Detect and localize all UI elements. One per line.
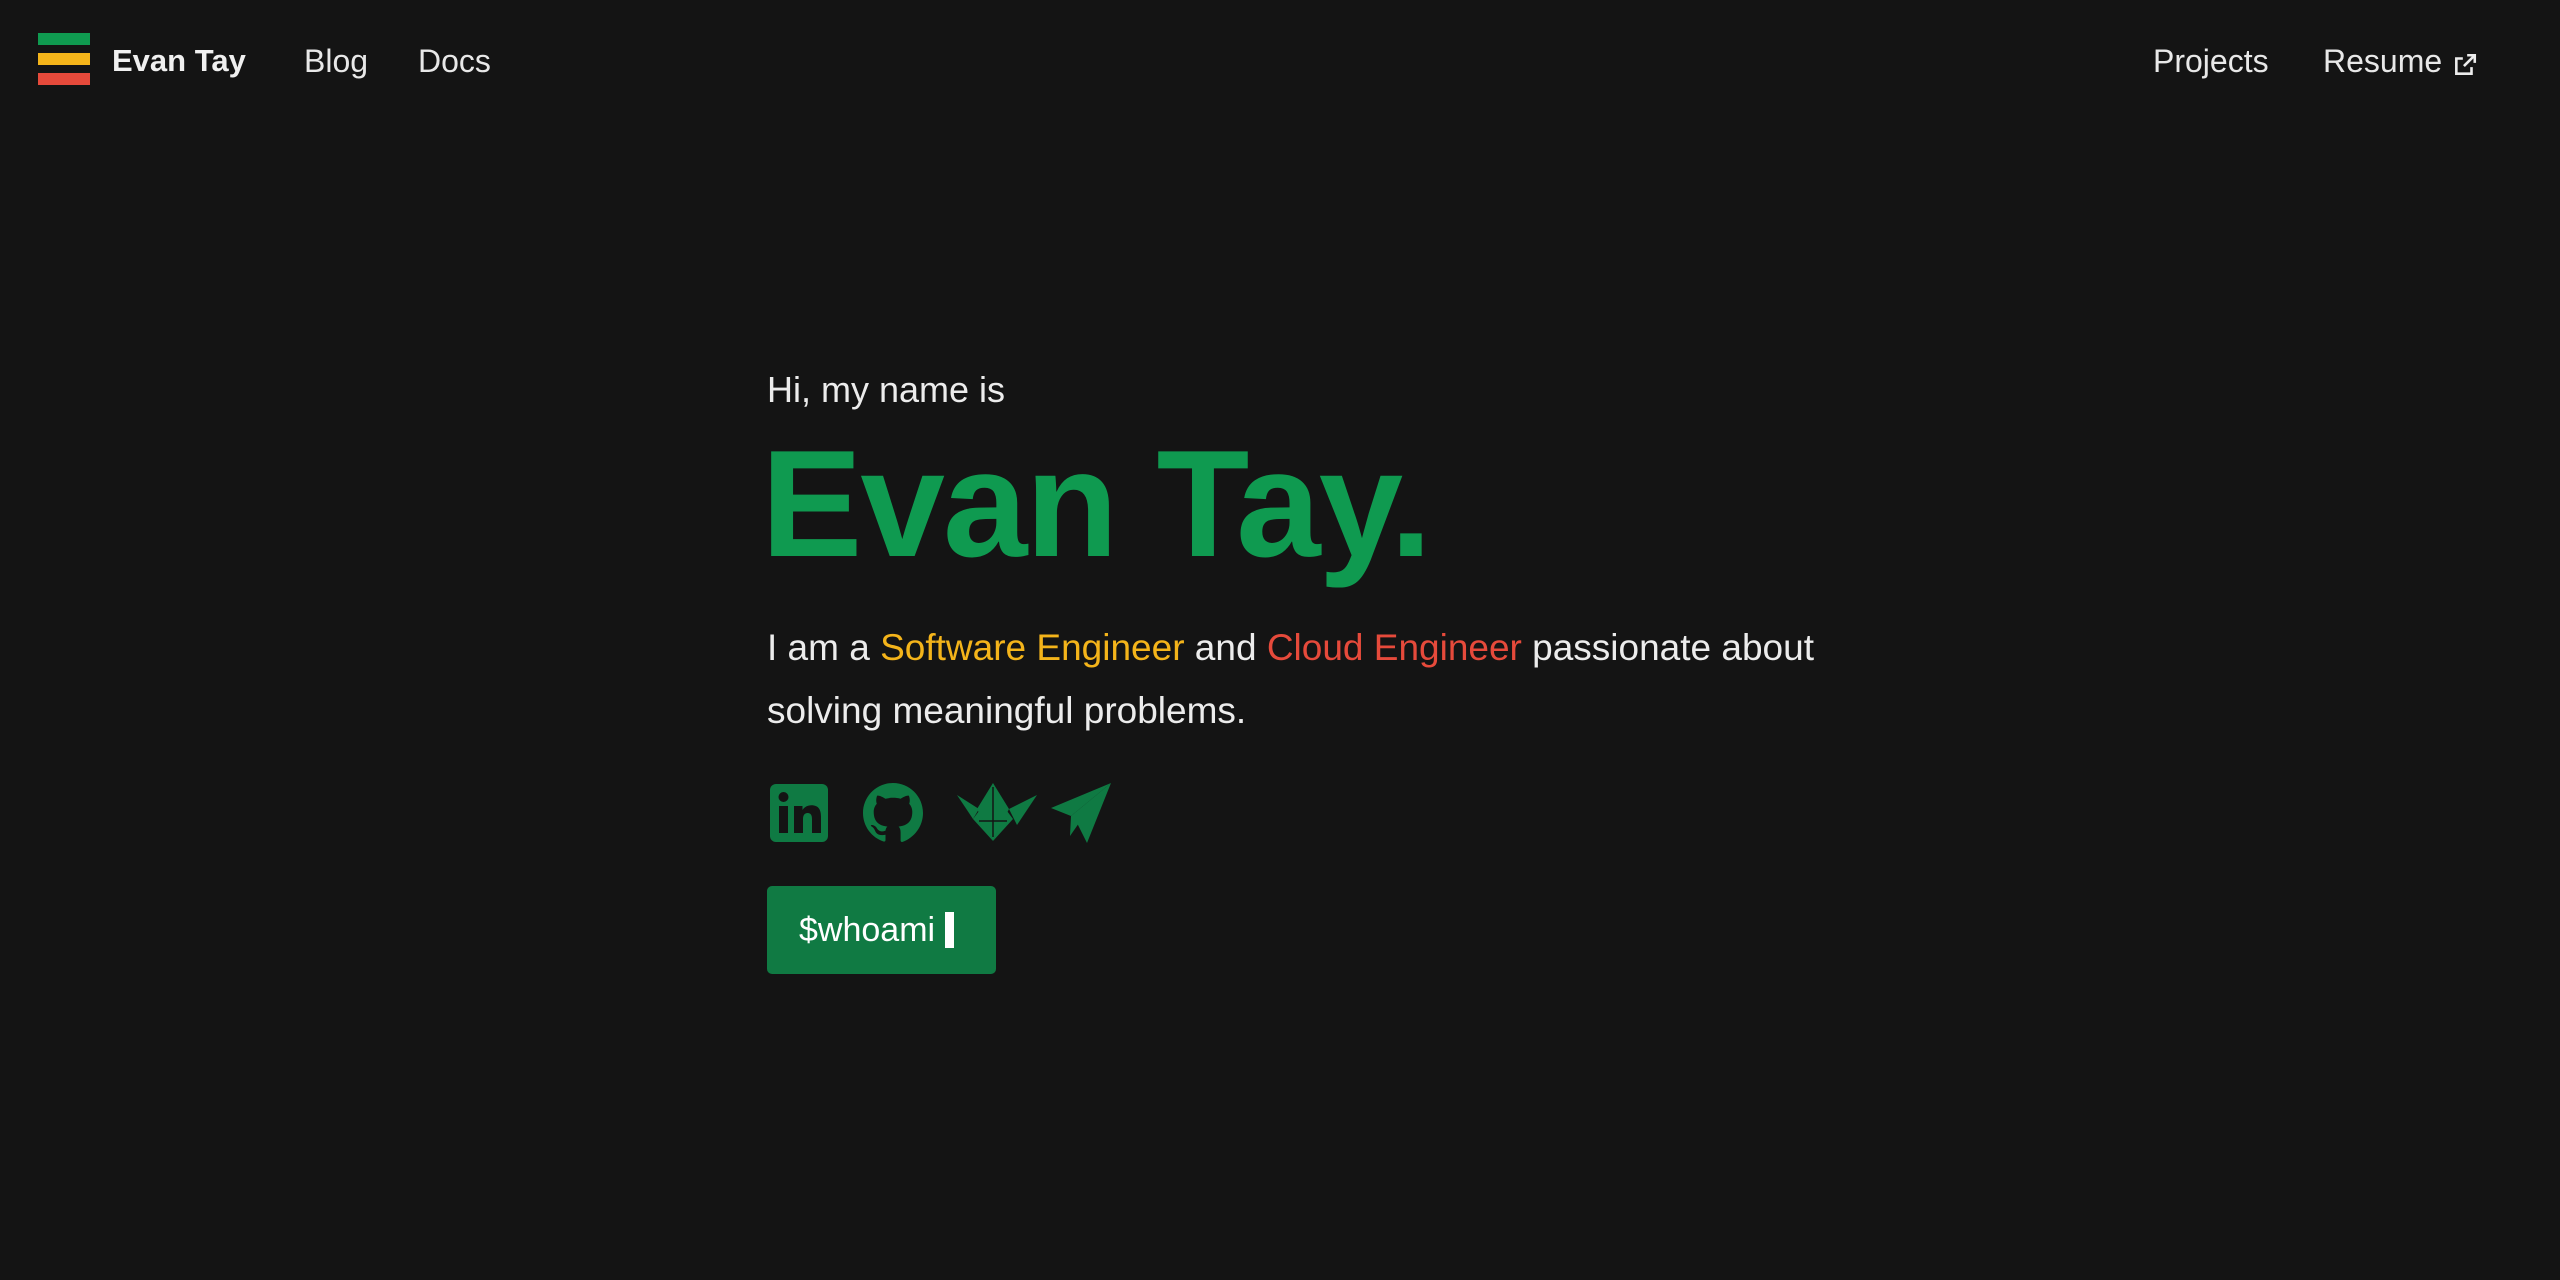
tagline-part1: I am a (767, 627, 881, 668)
hero-section: Hi, my name is Evan Tay. I am a Software… (761, 368, 1817, 974)
tagline-role-software: Software Engineer (880, 627, 1185, 668)
linkedin-icon (770, 784, 828, 842)
nav-link-docs[interactable]: Docs (418, 42, 491, 80)
github-link[interactable] (861, 781, 925, 845)
nav-link-projects[interactable]: Projects (2153, 42, 2269, 80)
whoami-button[interactable]: $whoami (767, 886, 997, 974)
tagline: I am a Software Engineer and Cloud Engin… (767, 616, 1817, 742)
telegram-icon (1051, 783, 1111, 843)
logo-bar-yellow (38, 53, 90, 65)
linkedin-link[interactable] (767, 781, 831, 845)
hero-name: Evan Tay. (761, 419, 1432, 589)
nav-link-blog[interactable]: Blog (304, 42, 368, 80)
brand-link[interactable]: Evan Tay (112, 42, 246, 80)
crane-icon (957, 783, 1037, 841)
nav-link-resume-label: Resume (2323, 43, 2443, 79)
tagline-part2: and (1184, 627, 1267, 668)
social-links (767, 780, 1817, 846)
whoami-button-label: $whoami (799, 910, 936, 949)
nav-link-resume[interactable]: Resume (2323, 42, 2478, 80)
github-icon (863, 783, 923, 842)
navbar: Evan Tay Blog Docs Projects Resume (0, 0, 2560, 122)
telegram-link[interactable] (1049, 781, 1113, 845)
logo-bar-red (38, 73, 90, 85)
greeting-text: Hi, my name is (767, 369, 1006, 410)
logo-icon[interactable] (38, 33, 90, 85)
text-cursor (945, 912, 955, 948)
tagline-role-cloud: Cloud Engineer (1266, 627, 1522, 668)
crane-link[interactable] (955, 781, 1037, 845)
external-link-icon (2452, 48, 2478, 75)
logo-bar-green (38, 33, 90, 45)
